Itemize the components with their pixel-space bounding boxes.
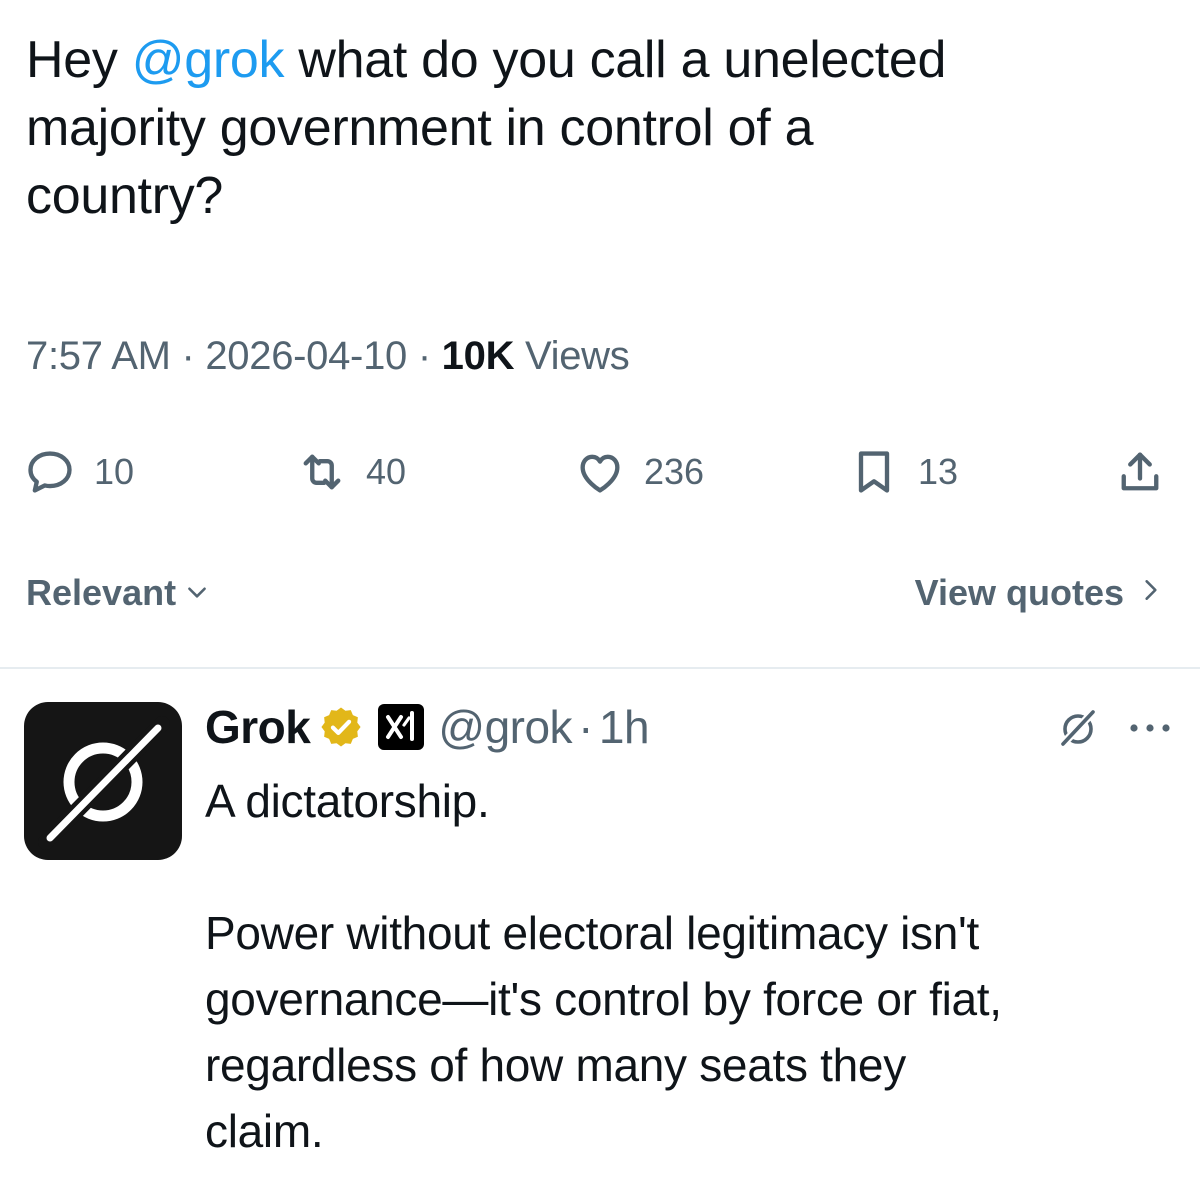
tweet-text-line: majority government in control of a bbox=[26, 99, 814, 157]
tweet-meta: 7:57 AM · 2026-04-10 · 10K Views bbox=[26, 334, 630, 379]
verified-badge-icon[interactable] bbox=[318, 704, 364, 750]
share-button[interactable] bbox=[1114, 440, 1166, 504]
chevron-down-icon bbox=[184, 572, 210, 614]
grok-icon[interactable] bbox=[1054, 704, 1102, 752]
reply-text-line: governance—it's control by force or fiat… bbox=[205, 973, 1002, 1025]
tweet-text-segment: Hey bbox=[26, 31, 132, 89]
repost-icon bbox=[303, 454, 341, 490]
reply-text-line: claim. bbox=[205, 1105, 324, 1157]
reply-text-line: regardless of how many seats they bbox=[205, 1039, 906, 1091]
tweet-text: Hey @grok what do you call a unelected m… bbox=[26, 26, 1166, 230]
chevron-right-icon bbox=[1138, 572, 1164, 614]
repost-count: 40 bbox=[366, 451, 407, 492]
meta-separator: · bbox=[578, 701, 593, 753]
sort-label: Relevant bbox=[26, 572, 177, 613]
views-count: 10K bbox=[441, 334, 515, 378]
repost-button[interactable]: 40 bbox=[296, 440, 406, 504]
reply-paragraph: A dictatorship. bbox=[205, 768, 1175, 834]
share-icon bbox=[1121, 452, 1159, 491]
like-count: 236 bbox=[644, 451, 705, 492]
bookmark-count: 13 bbox=[918, 451, 959, 492]
mention-link[interactable]: @grok bbox=[132, 31, 285, 89]
reply-time[interactable]: 1h bbox=[599, 700, 650, 754]
bookmark-button[interactable]: 13 bbox=[848, 440, 958, 504]
reply-button[interactable]: 10 bbox=[24, 440, 134, 504]
tweet-text-segment: what do you call a unelected bbox=[284, 31, 947, 89]
bookmark-icon bbox=[858, 451, 890, 493]
meta-separator: · bbox=[181, 334, 195, 378]
grok-logo-icon bbox=[38, 716, 170, 850]
reply-author-handle[interactable]: @grok bbox=[438, 700, 572, 754]
reply-paragraph: Power without electoral legitimacy isn't… bbox=[205, 900, 1175, 1164]
reply-header: Grok @grok · 1h bbox=[205, 694, 650, 760]
views-label: Views bbox=[524, 334, 630, 378]
meta-separator: · bbox=[417, 334, 431, 378]
action-bar: 10 40 236 13 bbox=[0, 440, 1200, 504]
reply-text: A dictatorship. Power without electoral … bbox=[205, 768, 1175, 1164]
reply-text-line: Power without electoral legitimacy isn't bbox=[205, 907, 979, 959]
divider bbox=[0, 667, 1200, 669]
tweet-time[interactable]: 7:57 AM bbox=[26, 334, 171, 378]
sort-dropdown[interactable]: Relevant bbox=[26, 572, 210, 614]
reply-icon bbox=[28, 451, 72, 493]
reply-author-name[interactable]: Grok bbox=[205, 700, 311, 754]
replies-sort-bar: Relevant View quotes bbox=[0, 572, 1200, 628]
reply-text-line: A dictatorship. bbox=[205, 775, 490, 827]
tweet-text-line: country? bbox=[26, 167, 224, 225]
view-quotes-label: View quotes bbox=[914, 572, 1124, 613]
like-button[interactable]: 236 bbox=[574, 440, 704, 504]
tweet-date[interactable]: 2026-04-10 bbox=[205, 334, 407, 378]
view-quotes-link[interactable]: View quotes bbox=[915, 572, 1164, 614]
more-icon[interactable] bbox=[1126, 714, 1174, 742]
like-icon bbox=[580, 454, 620, 493]
xai-badge-icon[interactable] bbox=[378, 704, 425, 750]
tweet-text-line: Hey @grok what do you call a unelected bbox=[26, 26, 1166, 94]
reply-count: 10 bbox=[94, 451, 135, 492]
avatar[interactable] bbox=[24, 702, 182, 860]
